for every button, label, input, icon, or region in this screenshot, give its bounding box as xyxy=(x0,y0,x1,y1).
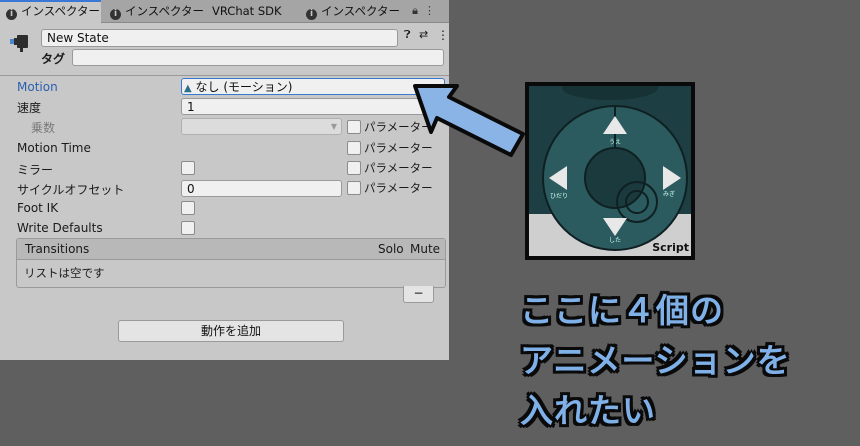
empty-list-text: リストは空です xyxy=(24,266,105,280)
tab-label: VRChat SDK xyxy=(212,4,282,18)
cycle-offset-label: サイクルオフセット xyxy=(17,183,125,197)
speed-label: 速度 xyxy=(17,101,42,115)
divider xyxy=(0,75,449,76)
caption-line-2: アニメーションを xyxy=(520,341,791,380)
preset-icon[interactable]: ⇄ xyxy=(419,28,428,41)
tab-bar-icons: 🔒︎⋮ xyxy=(412,4,441,18)
motion-value: なし (モーション) xyxy=(195,80,293,94)
pointer-arrow-icon xyxy=(413,84,525,157)
motion-time-param-checkbox[interactable] xyxy=(347,141,361,155)
multiplier-param-checkbox[interactable] xyxy=(347,120,361,134)
caption-line-3: 入れたい xyxy=(520,391,656,430)
remove-transition-button[interactable]: − xyxy=(403,286,434,303)
cycle-offset-input[interactable]: 0 xyxy=(181,180,342,197)
tab-label: インスペクター xyxy=(321,4,401,18)
tab-vrchat-sdk[interactable]: VRChat SDK xyxy=(212,0,294,22)
tab-label: インスペクター xyxy=(21,4,101,18)
thumb-down-label: した xyxy=(609,237,621,244)
caption-line-1: ここに４個の xyxy=(520,291,724,330)
mute-header: Mute xyxy=(410,242,441,256)
tag-input[interactable] xyxy=(72,49,444,66)
animation-clip-icon: ▲ xyxy=(184,83,192,94)
transitions-list: Transitions Solo Mute リストは空です xyxy=(16,238,446,288)
kebab-menu-icon[interactable]: ⋮ xyxy=(437,28,449,42)
info-icon: i xyxy=(306,9,317,20)
expression-menu-thumbnail: うえ した ひだり みぎ Script xyxy=(525,82,695,260)
info-icon: i xyxy=(6,9,17,20)
chevron-down-icon: ▼ xyxy=(330,122,337,131)
info-icon: i xyxy=(110,9,121,20)
thumb-up-label: うえ xyxy=(609,139,621,146)
help-icon[interactable]: ❓︎ xyxy=(404,28,411,42)
lock-icon[interactable]: 🔒︎ xyxy=(412,4,424,17)
mirror-label: ミラー xyxy=(17,163,54,177)
multiplier-label: 乗数 xyxy=(31,121,56,135)
mirror-param-label: パラメーター xyxy=(364,161,433,175)
motion-label: Motion xyxy=(17,80,58,94)
thumb-corner-text: Script xyxy=(652,241,689,254)
kebab-menu-icon[interactable]: ⋮ xyxy=(424,4,441,17)
inspector-panel: i インスペクター i インスペクター VRChat SDK i インスペクター 🔒︎… xyxy=(0,0,449,360)
write-defaults-checkbox[interactable] xyxy=(181,221,195,235)
animator-state-icon xyxy=(10,35,28,52)
multiplier-dropdown[interactable]: ▼ xyxy=(181,118,342,135)
mirror-param-checkbox[interactable] xyxy=(347,161,361,175)
tab-inspector-2[interactable]: i インスペクター xyxy=(104,0,204,22)
tab-inspector-3[interactable]: i インスペクター xyxy=(300,0,400,22)
thumb-left-label: ひだり xyxy=(550,193,568,200)
tag-label: タグ xyxy=(41,52,66,66)
transitions-title: Transitions xyxy=(25,242,90,256)
tab-label: インスペクター xyxy=(125,4,205,18)
cycle-offset-param-label: パラメーター xyxy=(364,181,433,195)
foot-ik-checkbox[interactable] xyxy=(181,201,195,215)
cycle-offset-param-checkbox[interactable] xyxy=(347,181,361,195)
add-behaviour-button[interactable]: 動作を追加 xyxy=(118,320,344,342)
write-defaults-label: Write Defaults xyxy=(17,221,103,235)
foot-ik-label: Foot IK xyxy=(17,201,59,215)
thumb-right-label: みぎ xyxy=(663,190,675,198)
tab-bar: i インスペクター i インスペクター VRChat SDK i インスペクター 🔒︎… xyxy=(0,0,449,23)
mirror-checkbox[interactable] xyxy=(181,161,195,175)
state-name-input[interactable]: New State xyxy=(41,29,398,47)
solo-header: Solo xyxy=(378,242,404,256)
radial-menu-image: うえ した ひだり みぎ Script xyxy=(529,86,691,256)
tab-inspector-1[interactable]: i インスペクター xyxy=(0,0,101,23)
motion-time-label: Motion Time xyxy=(17,141,91,155)
transitions-header: Transitions Solo Mute xyxy=(17,239,445,260)
